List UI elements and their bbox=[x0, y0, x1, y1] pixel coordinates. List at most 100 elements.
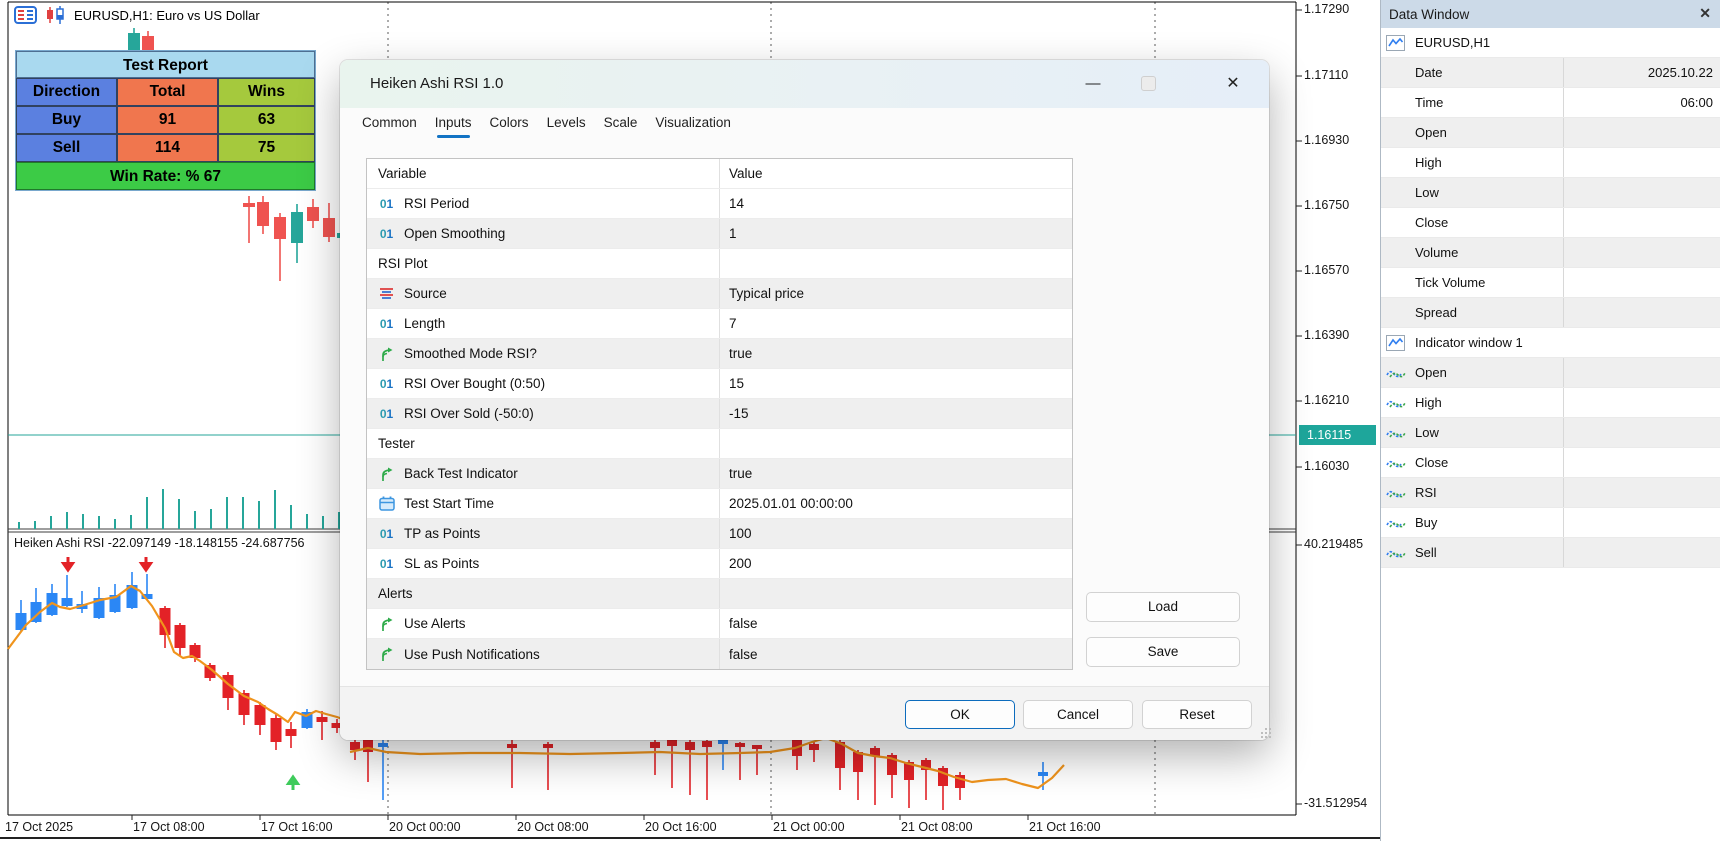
input-value[interactable]: false bbox=[720, 647, 1072, 662]
value-column-header: Value bbox=[729, 166, 763, 181]
input-row[interactable]: 01 SL as Points 200 bbox=[367, 549, 1072, 579]
calendar-icon bbox=[378, 496, 395, 511]
number-input-icon: 01 bbox=[379, 226, 394, 241]
tab-colors[interactable]: Colors bbox=[490, 115, 529, 138]
input-row[interactable]: 01 RSI Period 14 bbox=[367, 189, 1072, 219]
data-window-value bbox=[1563, 538, 1720, 567]
input-row[interactable]: Back Test Indicator true bbox=[367, 459, 1072, 489]
data-window-value bbox=[1563, 298, 1720, 327]
input-row[interactable]: 01 Open Smoothing 1 bbox=[367, 219, 1072, 249]
input-row[interactable]: 01 TP as Points 100 bbox=[367, 519, 1072, 549]
input-row[interactable]: Use Alerts false bbox=[367, 609, 1072, 639]
input-value[interactable]: true bbox=[720, 346, 1072, 361]
boolean-branch-icon bbox=[381, 347, 392, 361]
input-row[interactable]: Smoothed Mode RSI? true bbox=[367, 339, 1072, 369]
input-row[interactable]: 01 RSI Over Bought (0:50) 15 bbox=[367, 369, 1072, 399]
input-value[interactable]: -15 bbox=[720, 406, 1072, 421]
ok-button[interactable]: OK bbox=[905, 700, 1015, 729]
test-report-cell: Total bbox=[117, 78, 218, 106]
input-label: SL as Points bbox=[404, 556, 480, 571]
test-report-title: Test Report bbox=[16, 51, 315, 78]
input-value[interactable]: false bbox=[720, 616, 1072, 631]
data-window-label: Time bbox=[1415, 95, 1444, 110]
input-row[interactable]: Source Typical price bbox=[367, 279, 1072, 309]
price-axis-label: -31.512954 bbox=[1304, 796, 1368, 810]
minimize-icon[interactable]: — bbox=[1073, 69, 1113, 99]
input-section-row[interactable]: RSI Plot bbox=[367, 249, 1072, 279]
input-value[interactable]: 200 bbox=[720, 556, 1072, 571]
input-value[interactable]: 14 bbox=[720, 196, 1072, 211]
input-label: RSI Over Sold (-50:0) bbox=[404, 406, 534, 421]
input-section-row[interactable]: Alerts bbox=[367, 579, 1072, 609]
dialog-footer: OK Cancel Reset bbox=[340, 686, 1269, 740]
data-window-value bbox=[1563, 178, 1720, 207]
data-window-value bbox=[1563, 208, 1720, 237]
data-window-row: Tick Volume bbox=[1381, 268, 1720, 298]
data-window-label: High bbox=[1415, 395, 1442, 410]
input-value[interactable]: true bbox=[720, 466, 1072, 481]
test-report-row: Buy 91 63 bbox=[16, 106, 315, 134]
input-row[interactable]: Use Push Notifications false bbox=[367, 639, 1072, 669]
time-axis-label: 17 Oct 08:00 bbox=[133, 820, 205, 834]
input-value[interactable]: 2025.01.01 00:00:00 bbox=[720, 496, 1072, 511]
indicator-series-icon bbox=[1386, 400, 1406, 408]
reset-button[interactable]: Reset bbox=[1142, 700, 1252, 729]
test-report-row: Sell 114 75 bbox=[16, 134, 315, 162]
dialog-titlebar[interactable]: Heiken Ashi RSI 1.0 — ✕ bbox=[340, 60, 1269, 108]
price-axis-label: 1.16750 bbox=[1304, 198, 1350, 212]
data-window-row: Volume bbox=[1381, 238, 1720, 268]
data-window-row: Close bbox=[1381, 448, 1720, 478]
input-value[interactable]: 100 bbox=[720, 526, 1072, 541]
chart-line-icon bbox=[1386, 35, 1405, 51]
data-window-label: Date bbox=[1415, 65, 1443, 80]
input-label: Test Start Time bbox=[404, 496, 495, 511]
tab-inputs[interactable]: Inputs bbox=[435, 115, 472, 138]
tab-levels[interactable]: Levels bbox=[547, 115, 586, 138]
data-window-row: Indicator window 1 bbox=[1381, 328, 1720, 358]
input-label: RSI Plot bbox=[378, 256, 428, 271]
data-window-label: Sell bbox=[1415, 545, 1437, 560]
input-value[interactable]: Typical price bbox=[720, 286, 1072, 301]
source-icon bbox=[380, 288, 393, 299]
close-icon[interactable]: ✕ bbox=[1699, 5, 1711, 22]
data-window-label: Open bbox=[1415, 125, 1447, 140]
time-axis-label: 20 Oct 08:00 bbox=[517, 820, 589, 834]
data-window-label: Spread bbox=[1415, 305, 1457, 320]
input-label: RSI Over Bought (0:50) bbox=[404, 376, 546, 391]
input-section-row[interactable]: Tester bbox=[367, 429, 1072, 459]
input-value[interactable]: 1 bbox=[720, 226, 1072, 241]
input-value[interactable]: 15 bbox=[720, 376, 1072, 391]
input-row[interactable]: 01 RSI Over Sold (-50:0) -15 bbox=[367, 399, 1072, 429]
data-window-row: Sell bbox=[1381, 538, 1720, 568]
price-axis-label: 40.219485 bbox=[1304, 537, 1364, 551]
cancel-button[interactable]: Cancel bbox=[1023, 700, 1133, 729]
load-button[interactable]: Load bbox=[1086, 592, 1240, 622]
input-value[interactable]: 7 bbox=[720, 316, 1072, 331]
tab-scale[interactable]: Scale bbox=[604, 115, 638, 138]
maximize-icon bbox=[1141, 76, 1156, 91]
input-label: Open Smoothing bbox=[404, 226, 506, 241]
test-report-cell: Direction bbox=[16, 78, 117, 106]
test-report-cell: 114 bbox=[117, 134, 218, 162]
data-window-value: 2025.10.22 bbox=[1563, 58, 1720, 87]
data-window-value bbox=[1563, 268, 1720, 297]
test-report-cell: 75 bbox=[218, 134, 315, 162]
test-report-cell: 63 bbox=[218, 106, 315, 134]
data-window-value bbox=[1563, 478, 1720, 507]
data-window-row: Spread bbox=[1381, 298, 1720, 328]
number-input-icon: 01 bbox=[379, 316, 394, 331]
tab-visualization[interactable]: Visualization bbox=[655, 115, 731, 138]
save-button[interactable]: Save bbox=[1086, 637, 1240, 667]
indicator-series-icon bbox=[1386, 430, 1406, 438]
time-axis-label: 20 Oct 16:00 bbox=[645, 820, 717, 834]
indicator-series-icon bbox=[1386, 520, 1406, 528]
input-row[interactable]: 01 Length 7 bbox=[367, 309, 1072, 339]
input-row[interactable]: Test Start Time 2025.01.01 00:00:00 bbox=[367, 489, 1072, 519]
tab-common[interactable]: Common bbox=[362, 115, 417, 138]
price-axis-label: 1.16930 bbox=[1304, 133, 1350, 147]
test-report-panel: Test Report Direction Total Wins Buy 91 63 Sel… bbox=[15, 50, 316, 191]
data-window-row: Low bbox=[1381, 178, 1720, 208]
resize-grip[interactable] bbox=[1261, 732, 1263, 734]
data-window-label: Low bbox=[1415, 425, 1439, 440]
close-icon[interactable]: ✕ bbox=[1213, 69, 1253, 99]
